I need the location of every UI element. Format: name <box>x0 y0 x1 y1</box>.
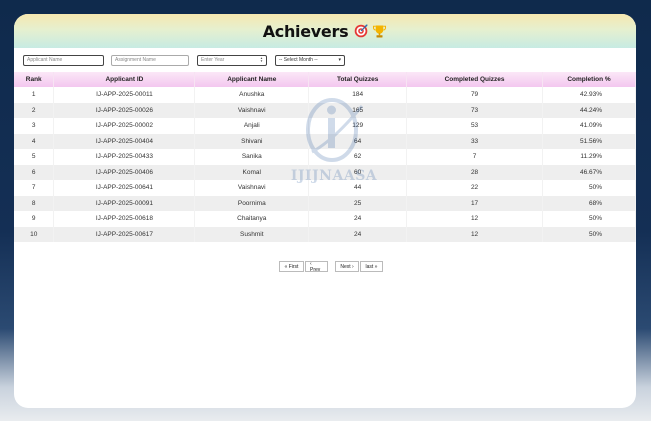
table-row: 4 IJ-APP-2025-00404 Shivani 64 33 51.56% <box>14 133 636 149</box>
cell-applicant-name: Shivani <box>194 133 310 149</box>
cell-completed-quizzes: 7 <box>406 149 543 165</box>
cell-completion-percent: 11.29% <box>542 149 636 165</box>
cell-applicant-id: IJ-APP-2025-00026 <box>53 102 196 118</box>
cell-applicant-id: IJ-APP-2025-00002 <box>53 118 196 134</box>
cell-completed-quizzes: 28 <box>406 164 543 180</box>
cell-rank: 4 <box>14 133 55 149</box>
cell-applicant-name: Komal <box>194 164 310 180</box>
cell-completed-quizzes: 17 <box>406 195 543 211</box>
cell-completed-quizzes: 53 <box>406 118 543 134</box>
assignment-name-input[interactable]: Assignment Name <box>111 54 189 66</box>
page-title: Achievers <box>262 21 349 41</box>
cell-total-quizzes: 24 <box>308 211 408 227</box>
cell-rank: 5 <box>14 149 55 165</box>
column-header-applicant-name[interactable]: Applicant Name <box>194 72 310 87</box>
cell-completion-percent: 50% <box>542 226 636 242</box>
cell-applicant-id: IJ-APP-2025-00618 <box>53 211 196 227</box>
cell-applicant-name: Anushka <box>194 87 310 103</box>
cell-total-quizzes: 62 <box>308 149 408 165</box>
cell-completion-percent: 46.67% <box>542 164 636 180</box>
cell-applicant-name: Poornima <box>194 195 310 211</box>
table-row: 8 IJ-APP-2025-00091 Poornima 25 17 68% <box>14 195 636 211</box>
cell-completed-quizzes: 79 <box>406 87 543 103</box>
cell-total-quizzes: 44 <box>308 180 408 196</box>
table-row: 10 IJ-APP-2025-00617 Sushmit 24 12 50% <box>14 226 636 242</box>
cell-applicant-id: IJ-APP-2025-00011 <box>53 87 196 103</box>
cell-completion-percent: 50% <box>542 211 636 227</box>
table-row: 7 IJ-APP-2025-00641 Vaishnavi 44 22 50% <box>14 180 636 196</box>
cell-completed-quizzes: 12 <box>406 211 543 227</box>
cell-completion-percent: 41.09% <box>542 118 636 134</box>
table-row: 9 IJ-APP-2025-00618 Chaitanya 24 12 50% <box>14 211 636 227</box>
achievers-window: Achievers Applicant Name Assignment Name… <box>14 14 636 408</box>
cell-rank: 10 <box>14 226 55 242</box>
cell-rank: 6 <box>14 164 55 180</box>
cell-applicant-id: IJ-APP-2025-00641 <box>53 180 196 196</box>
cell-rank: 9 <box>14 211 55 227</box>
target-icon <box>354 24 368 38</box>
cell-completed-quizzes: 12 <box>406 226 543 242</box>
cell-completion-percent: 51.56% <box>542 133 636 149</box>
last-page-button[interactable]: last » <box>360 261 383 272</box>
cell-total-quizzes: 165 <box>308 102 408 118</box>
cell-rank: 8 <box>14 195 55 211</box>
cell-applicant-id: IJ-APP-2025-00617 <box>53 226 196 242</box>
table-row: 3 IJ-APP-2025-00002 Anjali 129 53 41.09% <box>14 118 636 134</box>
cell-total-quizzes: 129 <box>308 118 408 134</box>
column-header-total-quizzes[interactable]: Total Quizzes <box>308 72 408 87</box>
cell-total-quizzes: 25 <box>308 195 408 211</box>
cell-applicant-id: IJ-APP-2025-00433 <box>53 149 196 165</box>
spinner-arrows-icon[interactable]: ▲ ▼ <box>260 57 263 63</box>
table-header-row: Rank Applicant ID Applicant Name Total Q… <box>14 72 636 87</box>
cell-completion-percent: 44.24% <box>542 102 636 118</box>
table-row: 6 IJ-APP-2025-00406 Komal 60 28 46.67% <box>14 164 636 180</box>
column-header-completed-quizzes[interactable]: Completed Quizzes <box>406 72 543 87</box>
cell-applicant-id: IJ-APP-2025-00406 <box>53 164 196 180</box>
chevron-down-icon: ▾ <box>338 57 341 63</box>
cell-applicant-name: Vaishnavi <box>194 102 310 118</box>
cell-completion-percent: 42.93% <box>542 87 636 103</box>
next-page-button[interactable]: Next › <box>335 261 359 272</box>
filter-bar: Applicant Name Assignment Name Enter Yea… <box>14 51 636 69</box>
cell-total-quizzes: 60 <box>308 164 408 180</box>
cell-total-quizzes: 184 <box>308 87 408 103</box>
cell-completed-quizzes: 22 <box>406 180 543 196</box>
prev-page-button[interactable]: ‹ Prev <box>305 261 328 273</box>
cell-total-quizzes: 24 <box>308 226 408 242</box>
applicant-name-input[interactable]: Applicant Name <box>23 54 104 66</box>
trophy-icon <box>373 25 387 37</box>
page-header: Achievers <box>14 14 636 48</box>
cell-applicant-name: Vaishnavi <box>194 180 310 196</box>
column-header-rank[interactable]: Rank <box>14 72 55 87</box>
cell-completion-percent: 50% <box>542 180 636 196</box>
table-row: 5 IJ-APP-2025-00433 Sanika 62 7 11.29% <box>14 149 636 165</box>
cell-rank: 2 <box>14 102 55 118</box>
cell-applicant-id: IJ-APP-2025-00404 <box>53 133 196 149</box>
table-row: 2 IJ-APP-2025-00026 Vaishnavi 165 73 44.… <box>14 102 636 118</box>
cell-applicant-name: Sanika <box>194 149 310 165</box>
first-page-button[interactable]: « First <box>279 261 304 272</box>
pagination: « First ‹ Prev Next › last » <box>279 261 383 273</box>
table-body: 1 IJ-APP-2025-00011 Anushka 184 79 42.93… <box>14 87 636 242</box>
month-select[interactable]: -- Select Month -- ▾ <box>275 54 345 66</box>
cell-completed-quizzes: 73 <box>406 102 543 118</box>
cell-total-quizzes: 64 <box>308 133 408 149</box>
achievers-table: Rank Applicant ID Applicant Name Total Q… <box>14 72 636 242</box>
cell-completion-percent: 68% <box>542 195 636 211</box>
cell-completed-quizzes: 33 <box>406 133 543 149</box>
cell-applicant-name: Chaitanya <box>194 211 310 227</box>
column-header-completion-percent[interactable]: Completion % <box>542 72 636 87</box>
cell-applicant-name: Anjali <box>194 118 310 134</box>
cell-rank: 3 <box>14 118 55 134</box>
column-header-applicant-id[interactable]: Applicant ID <box>53 72 196 87</box>
cell-rank: 1 <box>14 87 55 103</box>
table-row: 1 IJ-APP-2025-00011 Anushka 184 79 42.93… <box>14 87 636 103</box>
year-input[interactable]: Enter Year ▲ ▼ <box>197 54 267 66</box>
cell-applicant-id: IJ-APP-2025-00091 <box>53 195 196 211</box>
cell-rank: 7 <box>14 180 55 196</box>
cell-applicant-name: Sushmit <box>194 226 310 242</box>
